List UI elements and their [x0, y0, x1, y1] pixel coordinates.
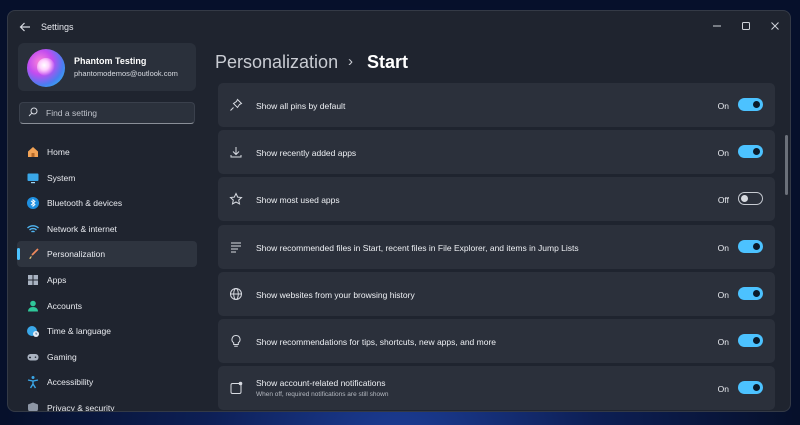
- nav-item-system[interactable]: System: [17, 165, 197, 191]
- setting-row-recently-added[interactable]: Show recently added apps On: [218, 130, 775, 175]
- profile-email: phantomodemos@outlook.com: [74, 69, 178, 78]
- notification-icon: [229, 381, 243, 395]
- nav-item-gaming[interactable]: Gaming: [17, 344, 197, 370]
- sidebar: Phantom Testing phantomodemos@outlook.co…: [8, 43, 208, 411]
- list-icon: [229, 240, 243, 254]
- wifi-icon: [26, 222, 40, 236]
- setting-row-recommended-files[interactable]: Show recommended files in Start, recent …: [218, 224, 775, 269]
- recommended-files-toggle[interactable]: [738, 239, 763, 253]
- search-input[interactable]: [46, 106, 186, 120]
- nav-item-time-language[interactable]: Time & language: [17, 318, 197, 344]
- nav-item-personalization[interactable]: Personalization: [17, 241, 197, 267]
- nav-item-home[interactable]: Home: [17, 139, 197, 165]
- close-button[interactable]: [764, 16, 786, 36]
- bluetooth-icon: [26, 196, 40, 210]
- setting-sublabel: When off, required notifications are sti…: [256, 391, 389, 399]
- setting-row-show-all-pins[interactable]: Show all pins by default On: [218, 83, 775, 127]
- window-title: Settings: [41, 22, 74, 32]
- system-icon: [26, 171, 40, 185]
- accounts-icon: [26, 299, 40, 313]
- download-icon: [229, 145, 243, 159]
- account-notifications-toggle[interactable]: [738, 381, 763, 395]
- nav-item-apps[interactable]: Apps: [17, 267, 197, 293]
- search-icon: [28, 107, 38, 117]
- back-button[interactable]: [18, 20, 32, 34]
- title-bar: Settings: [8, 11, 790, 43]
- toggle-state-label: On: [717, 384, 729, 395]
- toggle-state-label: On: [717, 289, 729, 300]
- setting-row-most-used[interactable]: Show most used apps Off: [218, 177, 775, 222]
- setting-row-websites[interactable]: Show websites from your browsing history…: [218, 271, 775, 316]
- shield-icon: [26, 401, 40, 411]
- nav-item-bluetooth[interactable]: Bluetooth & devices: [17, 190, 197, 216]
- search-box[interactable]: [19, 102, 195, 124]
- breadcrumb-separator: ›: [348, 53, 353, 70]
- apps-icon: [26, 273, 40, 287]
- breadcrumb-parent[interactable]: Personalization: [215, 52, 338, 73]
- recently-added-toggle[interactable]: [738, 145, 763, 159]
- gamepad-icon: [26, 350, 40, 364]
- minimize-button[interactable]: [706, 16, 728, 36]
- toggle-state-label: On: [717, 148, 729, 159]
- settings-list: Show all pins by default On Show recentl…: [218, 83, 775, 411]
- star-icon: [229, 192, 243, 206]
- nav-list: Home System Bluetooth & devices Network …: [17, 139, 197, 411]
- websites-toggle[interactable]: [738, 286, 763, 300]
- toggle-state-label: On: [717, 242, 729, 253]
- profile-name: Phantom Testing: [74, 56, 147, 66]
- globe-icon: [229, 287, 243, 301]
- setting-row-account-notifications[interactable]: Show account-related notifications When …: [218, 366, 775, 411]
- toggle-state-label: On: [717, 336, 729, 347]
- most-used-toggle[interactable]: [738, 192, 763, 206]
- toggle-state-label: On: [717, 101, 729, 111]
- close-icon: [771, 22, 779, 30]
- nav-item-accounts[interactable]: Accounts: [17, 293, 197, 319]
- settings-window: Settings Phantom Testing phantomodemos@o…: [7, 10, 791, 412]
- nav-item-privacy[interactable]: Privacy & security: [17, 395, 197, 411]
- globe-clock-icon: [26, 324, 40, 338]
- accessibility-icon: [26, 375, 40, 389]
- minimize-icon: [713, 25, 721, 27]
- brush-icon: [26, 247, 40, 261]
- lightbulb-icon: [229, 334, 243, 348]
- maximize-icon: [742, 22, 750, 30]
- profile-card[interactable]: Phantom Testing phantomodemos@outlook.co…: [18, 43, 196, 91]
- nav-item-network[interactable]: Network & internet: [17, 216, 197, 242]
- toggle-state-label: Off: [717, 195, 729, 206]
- main-content: Personalization › Start Show all pins by…: [208, 43, 790, 411]
- nav-item-accessibility[interactable]: Accessibility: [17, 369, 197, 395]
- maximize-button[interactable]: [735, 16, 757, 36]
- avatar: [27, 49, 65, 87]
- scrollbar[interactable]: [785, 135, 788, 195]
- pin-icon: [229, 98, 243, 112]
- back-arrow-icon: [19, 22, 30, 32]
- page-title: Start: [367, 52, 409, 72]
- setting-row-recommendations[interactable]: Show recommendations for tips, shortcuts…: [218, 318, 775, 363]
- home-icon: [26, 145, 40, 159]
- show-all-pins-toggle[interactable]: [738, 98, 763, 111]
- recommendations-toggle[interactable]: [738, 333, 763, 347]
